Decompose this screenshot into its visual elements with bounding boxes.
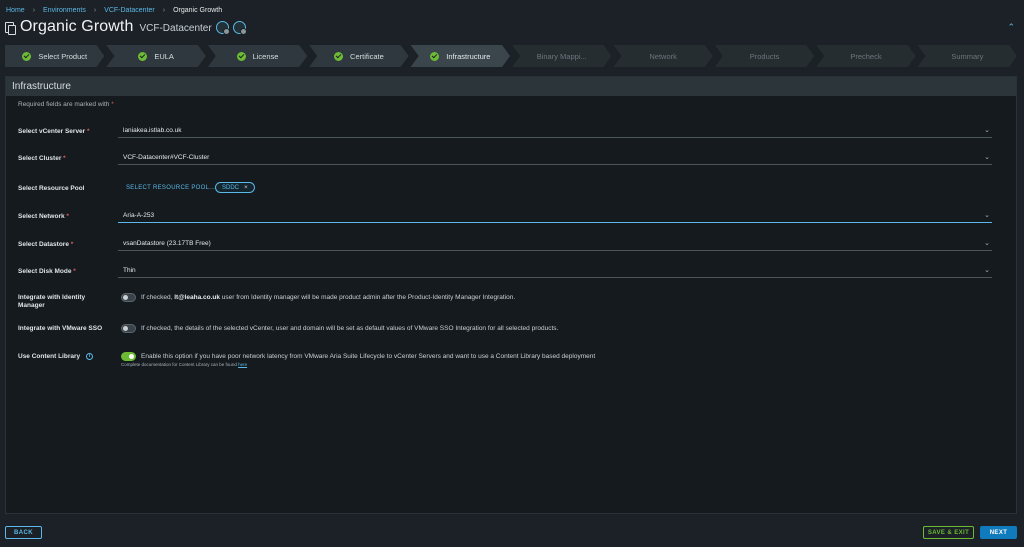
breadcrumb-datacenter[interactable]: VCF-Datacenter (104, 7, 155, 14)
network-label: Select Network * (18, 213, 69, 220)
content-library-description: Enable this option if you have poor netw… (141, 353, 596, 360)
cluster-label: Select Cluster * (18, 155, 66, 162)
step-license[interactable]: License (208, 45, 307, 67)
resource-pool-chip: SDDC × (215, 182, 255, 193)
sso-description: If checked, the details of the selected … (141, 325, 559, 332)
panel-title: Infrastructure (6, 77, 1016, 96)
check-icon (237, 52, 246, 61)
breadcrumb-current: Organic Growth (173, 6, 223, 14)
step-select-product[interactable]: Select Product (5, 45, 104, 67)
check-icon (138, 52, 147, 61)
chevron-right-icon: › (162, 6, 166, 14)
breadcrumb: Home › Environments › VCF-Datacenter › O… (6, 5, 222, 15)
doc-link[interactable]: here (238, 362, 247, 367)
vcenter-status-icon[interactable] (215, 20, 230, 35)
save-exit-button[interactable]: SAVE & EXIT (923, 526, 974, 539)
cluster-select[interactable]: VCF-Datacenter#VCF-Cluster ⌄ (118, 151, 992, 165)
chevron-down-icon: ⌄ (984, 267, 990, 274)
step-network: Network (613, 45, 712, 67)
chevron-down-icon: ⌄ (984, 240, 990, 247)
chevron-down-icon: ⌄ (984, 154, 990, 161)
content-library-label: Use Content Library i (18, 353, 113, 361)
content-library-doc-note: Complete documentation for Content Libra… (121, 362, 248, 367)
identity-toggle[interactable] (121, 293, 136, 302)
chevron-right-icon: › (32, 6, 36, 14)
vcenter-label: Select vCenter Server * (18, 128, 90, 135)
cluster-status-icon[interactable] (232, 20, 247, 35)
disk-mode-select[interactable]: Thin ⌄ (118, 264, 992, 278)
chevron-down-icon: ⌄ (984, 212, 990, 219)
breadcrumb-environments[interactable]: Environments (43, 7, 86, 14)
select-resource-pool-link[interactable]: SELECT RESOURCE POOL... (126, 185, 215, 191)
step-certificate[interactable]: Certificate (309, 45, 408, 67)
breadcrumb-home[interactable]: Home (6, 7, 25, 14)
step-products: Products (715, 45, 814, 67)
step-infrastructure[interactable]: Infrastructure (411, 45, 510, 67)
copy-icon (4, 21, 16, 35)
infrastructure-panel: Infrastructure Required fields are marke… (5, 76, 1017, 514)
step-binary-mapping: Binary Mappi... (512, 45, 611, 67)
close-icon[interactable]: × (244, 184, 248, 191)
identity-label: Integrate with Identity Manager (18, 294, 86, 309)
next-button[interactable]: NEXT (980, 526, 1017, 539)
check-icon (430, 52, 439, 61)
network-select[interactable]: Aria-A-253 ⌄ (118, 209, 992, 223)
back-button[interactable]: BACK (5, 526, 42, 539)
wizard-stepper: Select Product EULA License Certificate … (5, 45, 1019, 67)
page-subtitle: VCF-Datacenter (139, 22, 212, 34)
datastore-label: Select Datastore * (18, 241, 74, 248)
check-icon (334, 52, 343, 61)
info-icon[interactable]: i (86, 353, 94, 360)
disk-mode-label: Select Disk Mode * (18, 268, 76, 275)
identity-description: If checked, lt@leaha.co.uk user from Ide… (141, 294, 516, 301)
page-header: Organic Growth VCF-Datacenter (4, 16, 247, 38)
page-title: Organic Growth (20, 18, 134, 35)
vcenter-select[interactable]: laniakea.istlab.co.uk ⌄ (118, 124, 992, 138)
datastore-select[interactable]: vsanDatastore (23.17TB Free) ⌄ (118, 237, 992, 251)
chevron-down-icon: ⌄ (984, 127, 990, 134)
sso-label: Integrate with VMware SSO (18, 325, 103, 332)
check-icon (22, 52, 31, 61)
resource-pool-label: Select Resource Pool (18, 185, 85, 192)
step-eula[interactable]: EULA (106, 45, 205, 67)
required-note: Required fields are marked with * (18, 101, 114, 108)
step-precheck: Precheck (816, 45, 915, 67)
sso-toggle[interactable] (121, 324, 136, 333)
chevron-right-icon: › (93, 6, 97, 14)
collapse-icon[interactable]: ⌃ (1007, 22, 1015, 33)
content-library-toggle[interactable] (121, 352, 136, 361)
step-summary: Summary (918, 45, 1017, 67)
